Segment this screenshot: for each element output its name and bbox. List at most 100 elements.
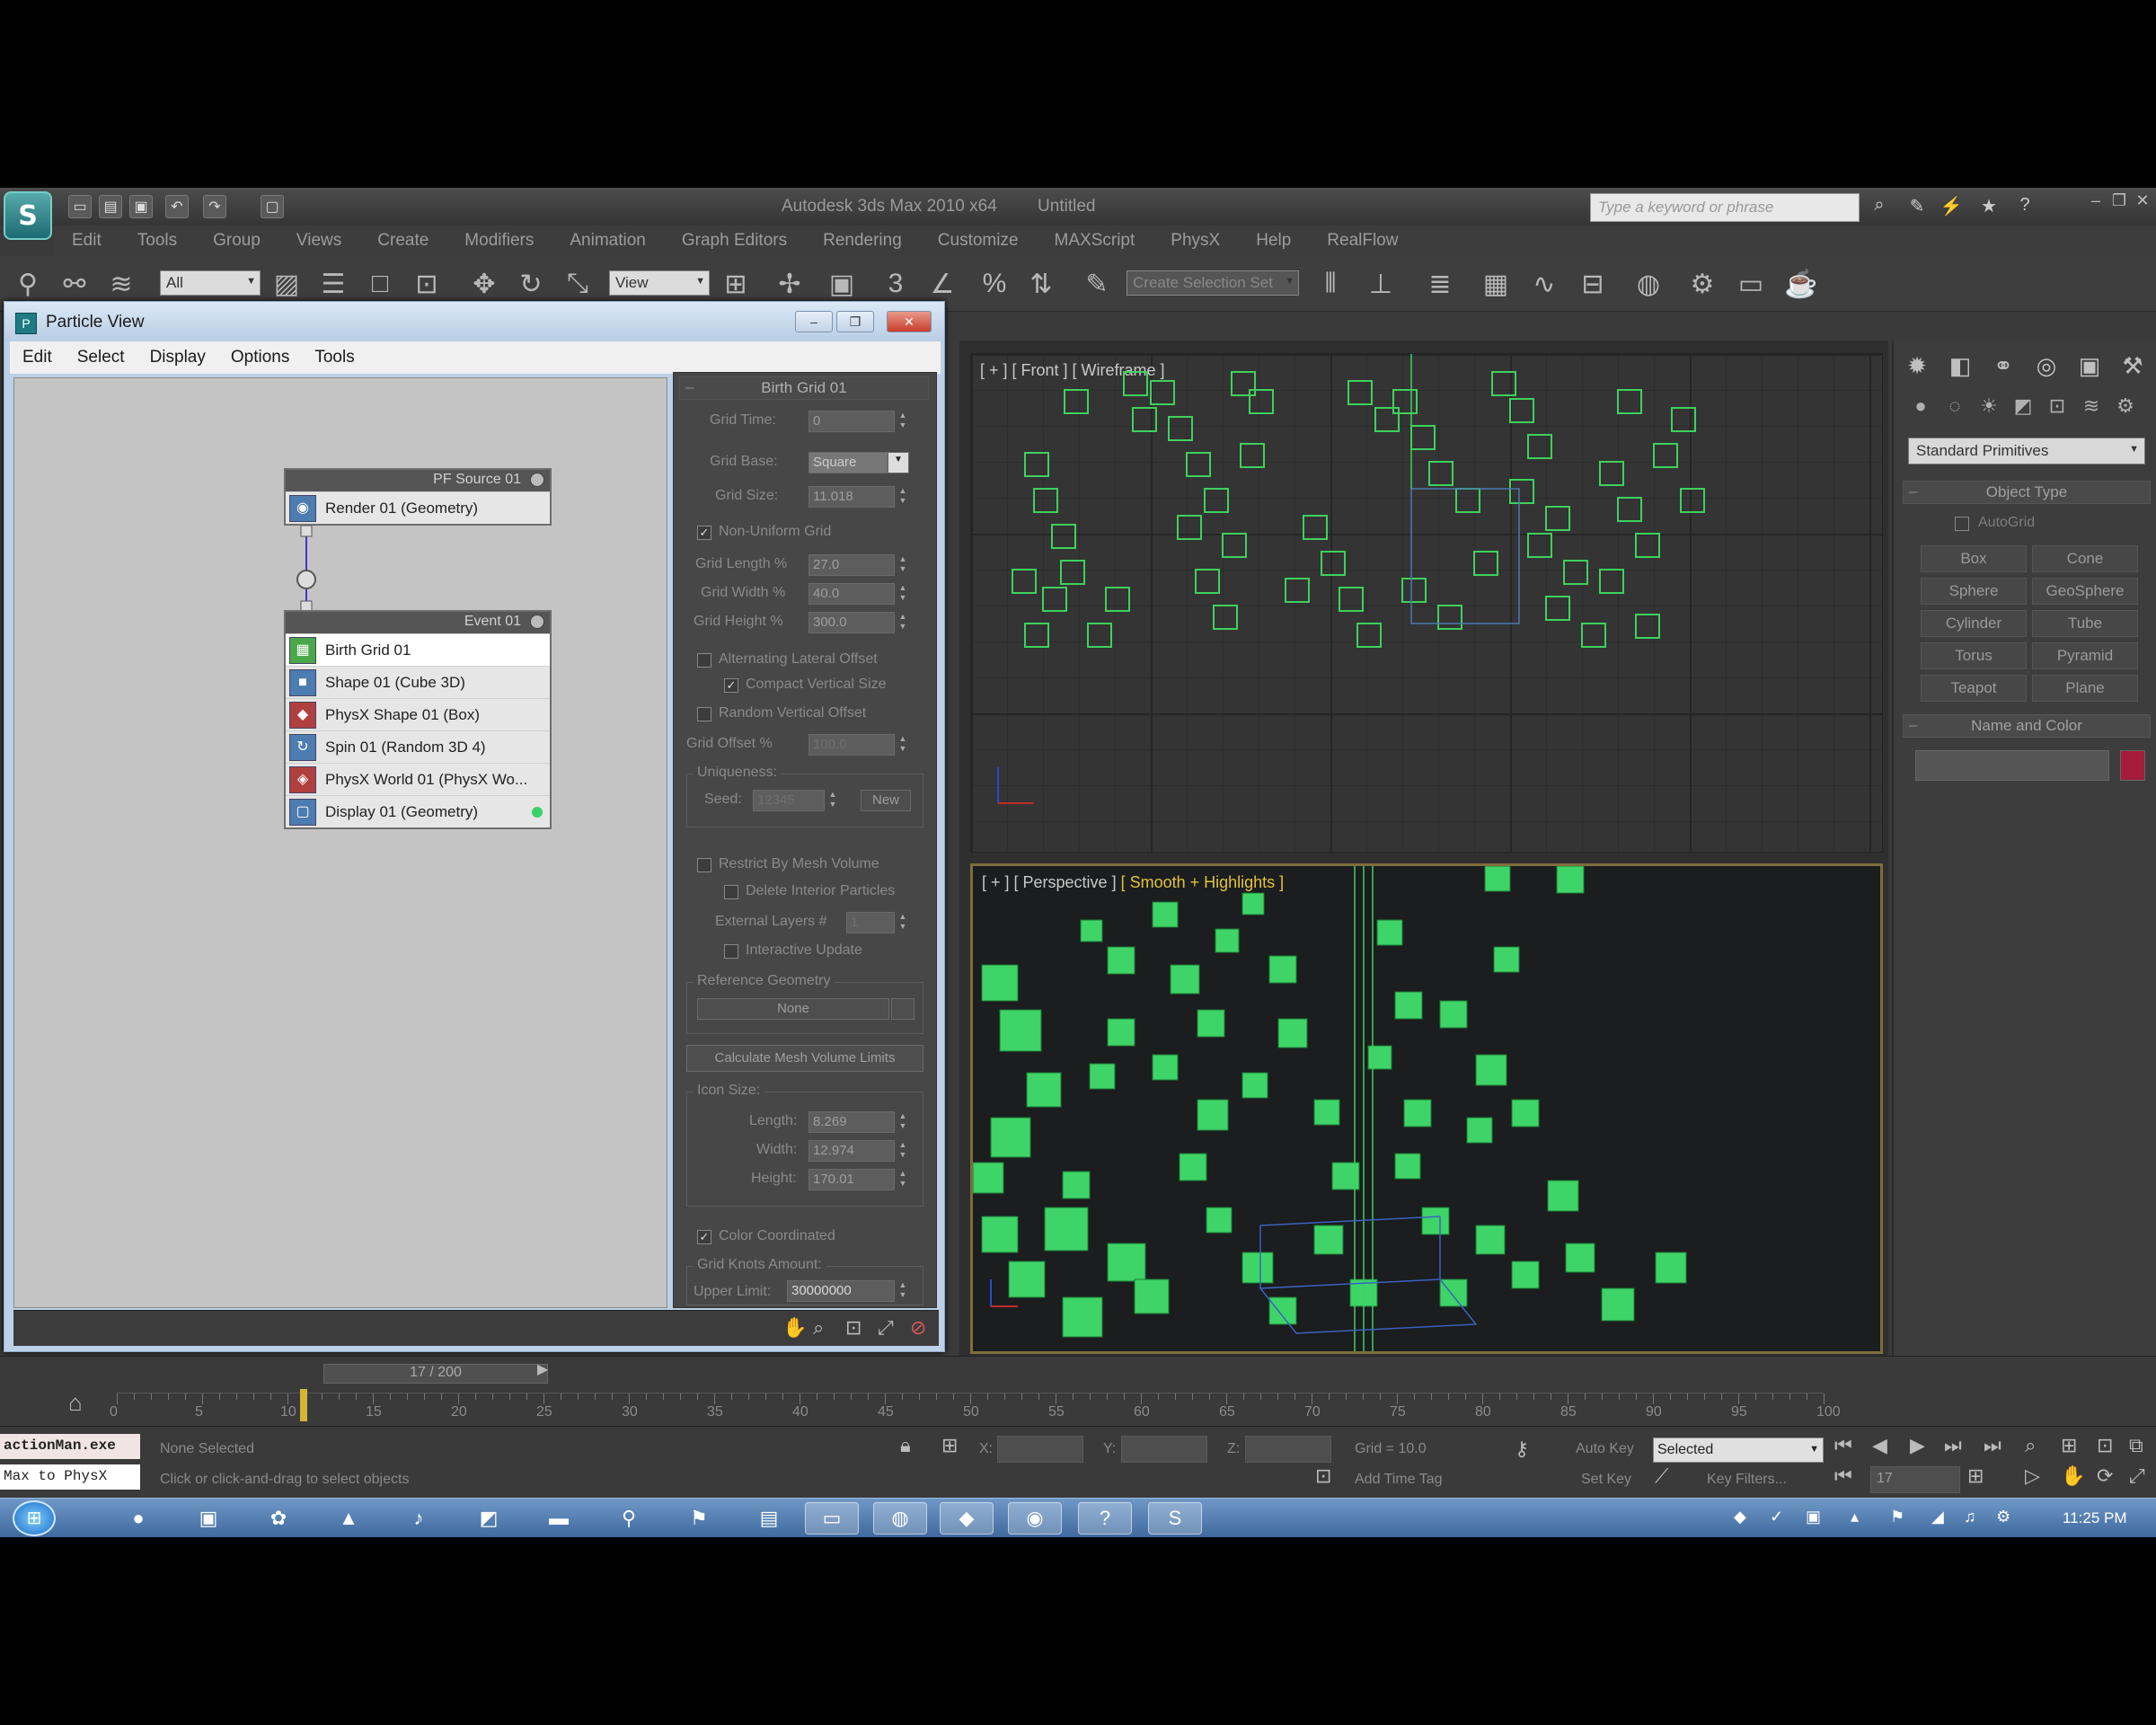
close-icon[interactable]: ✕: [2131, 191, 2154, 218]
current-frame-field[interactable]: 17: [1870, 1466, 1960, 1493]
geosphere-button[interactable]: GeoSphere: [2032, 578, 2138, 605]
menu-realflow[interactable]: RealFlow: [1309, 231, 1416, 251]
cone-button[interactable]: Cone: [2032, 545, 2138, 572]
pyramid-button[interactable]: Pyramid: [2032, 642, 2138, 669]
maximize-icon[interactable]: ❐: [2107, 191, 2131, 218]
render-setup-icon[interactable]: ⚙: [1683, 265, 1721, 303]
zoom-extents-icon[interactable]: ⊡: [2097, 1434, 2113, 1457]
pivot-center-icon[interactable]: ⊞: [717, 265, 755, 303]
tray-icon[interactable]: ⚙: [1996, 1508, 2010, 1526]
rotate-icon[interactable]: ↻: [512, 265, 550, 303]
auto-key-button[interactable]: Auto Key: [1576, 1441, 1634, 1457]
menu-physx[interactable]: PhysX: [1153, 231, 1238, 251]
zoom-viewport-icon[interactable]: ⌕: [2025, 1434, 2036, 1457]
absolute-mode-icon[interactable]: ⊞: [941, 1434, 958, 1457]
selection-filter-dropdown[interactable]: All: [160, 270, 261, 296]
field-of-view-icon[interactable]: ▷: [2025, 1464, 2040, 1488]
icon-width-field[interactable]: 12.974: [808, 1140, 895, 1162]
icon-length-field[interactable]: 8.269: [808, 1111, 895, 1133]
layer-manager-icon[interactable]: ≣: [1421, 265, 1459, 303]
next-frame-icon[interactable]: ⏭: [1944, 1434, 1962, 1457]
lights-icon[interactable]: ☀: [1975, 394, 2003, 421]
motion-tab-icon[interactable]: ◎: [2030, 349, 2063, 382]
menu-animation[interactable]: Animation: [552, 231, 664, 251]
birth-grid-rollout[interactable]: Birth Grid 01: [679, 376, 929, 400]
minimize-icon[interactable]: –: [2084, 191, 2107, 218]
app-logo-icon[interactable]: S: [4, 191, 52, 240]
menu-create[interactable]: Create: [359, 231, 446, 251]
set-key-button[interactable]: Set Key: [1581, 1472, 1631, 1488]
pv-minimize-icon[interactable]: –: [795, 311, 833, 332]
spinner-icon[interactable]: ▲ ▼: [897, 734, 909, 756]
angle-snap-icon[interactable]: ∠: [923, 265, 961, 303]
zoom-all-icon[interactable]: ⊞: [2061, 1434, 2077, 1457]
time-tag-icon[interactable]: ⊡: [1315, 1464, 1331, 1488]
select-link-icon[interactable]: ⚲: [9, 265, 47, 303]
select-manipulate-icon[interactable]: ✢: [771, 265, 808, 303]
taskbar-3dsmax-icon[interactable]: S: [1148, 1502, 1202, 1535]
taskbar-app-icon[interactable]: ✿: [252, 1502, 305, 1535]
tray-icon[interactable]: ▴: [1851, 1508, 1859, 1526]
taskbar-app-icon[interactable]: ⚲: [602, 1502, 656, 1535]
x-coordinate-field[interactable]: [997, 1436, 1083, 1463]
time-slider-bar[interactable]: 17 / 200: [323, 1364, 548, 1384]
reference-geometry-pick-button[interactable]: None: [697, 998, 889, 1020]
pf-source-node[interactable]: PF Source 01 ◉ Render 01 (Geometry): [284, 468, 552, 526]
play-icon[interactable]: ▶: [1910, 1434, 1925, 1457]
zoom-icon[interactable]: ⌕: [813, 1316, 824, 1340]
perspective-viewport[interactable]: [ + ] [ Perspective ] [ Smooth + Highlig…: [970, 863, 1883, 1354]
pan-view-icon[interactable]: ✋: [2061, 1464, 2085, 1488]
taskbar-clock[interactable]: 11:25 PM: [2063, 1509, 2127, 1527]
new-seed-button[interactable]: New: [861, 790, 911, 811]
mirror-icon[interactable]: ⫴: [1312, 265, 1349, 303]
geometry-icon[interactable]: ●: [1906, 394, 1935, 421]
operator-spin[interactable]: ↻ Spin 01 (Random 3D 4): [286, 730, 550, 763]
modify-tab-icon[interactable]: ◧: [1944, 349, 1976, 382]
spinner-icon[interactable]: ▲ ▼: [897, 912, 909, 933]
spinner-icon[interactable]: ▲ ▼: [897, 612, 909, 633]
tray-icon[interactable]: ⚑: [1890, 1508, 1904, 1526]
taskbar-app-icon[interactable]: ⚑: [672, 1502, 726, 1535]
compact-vertical-checkbox[interactable]: ✓: [724, 678, 738, 693]
menu-graph-editors[interactable]: Graph Editors: [664, 231, 805, 251]
keyboard-shortcut-icon[interactable]: ▣: [823, 265, 861, 303]
operator-physx-world[interactable]: ◈ PhysX World 01 (PhysX Wo...: [286, 763, 550, 795]
tray-icon[interactable]: ◆: [1734, 1508, 1746, 1526]
scale-icon[interactable]: ⤡: [559, 265, 596, 303]
menu-tools[interactable]: Tools: [119, 231, 195, 251]
taskbar-app-icon[interactable]: ◍: [873, 1502, 927, 1535]
grid-base-dropdown[interactable]: Square: [808, 452, 888, 473]
front-viewport[interactable]: [ + ] [ Front ] [ Wireframe ]: [970, 353, 1883, 853]
pv-maximize-icon[interactable]: ❐: [836, 311, 874, 332]
render-production-icon[interactable]: ☕: [1782, 265, 1820, 303]
grid-height-field[interactable]: 300.0: [808, 612, 895, 633]
display-tab-icon[interactable]: ▣: [2073, 349, 2106, 382]
tray-icon[interactable]: ▣: [1806, 1508, 1821, 1526]
percent-snap-icon[interactable]: %: [976, 265, 1013, 303]
operator-shape[interactable]: ■ Shape 01 (Cube 3D): [286, 666, 550, 698]
taskbar-app-icon[interactable]: ●: [111, 1502, 165, 1535]
undo-icon[interactable]: ↶: [165, 195, 189, 218]
menu-edit[interactable]: Edit: [54, 231, 119, 251]
autogrid-checkbox[interactable]: [1955, 517, 1969, 531]
zoom-extents-icon[interactable]: ⤢: [878, 1316, 894, 1340]
menu-customize[interactable]: Customize: [920, 231, 1037, 251]
operator-render[interactable]: ◉ Render 01 (Geometry): [286, 491, 550, 524]
pv-menu-tools[interactable]: Tools: [302, 348, 367, 367]
pv-menu-select[interactable]: Select: [65, 348, 137, 367]
pv-close-icon[interactable]: ✕: [887, 311, 932, 332]
menu-help[interactable]: Help: [1238, 231, 1309, 251]
cameras-icon[interactable]: ◩: [2009, 394, 2037, 421]
pv-menu-edit[interactable]: Edit: [10, 348, 65, 367]
key-filters-button[interactable]: Key Filters...: [1707, 1472, 1787, 1488]
clear-reference-button[interactable]: [891, 998, 915, 1020]
time-config-icon[interactable]: ⊞: [1967, 1464, 1984, 1488]
spinner-icon[interactable]: ▲ ▼: [897, 554, 909, 576]
primitive-category-dropdown[interactable]: Standard Primitives: [1908, 438, 2145, 464]
spinner-icon[interactable]: ▲ ▼: [897, 1140, 909, 1162]
align-icon[interactable]: ⊥: [1362, 265, 1400, 303]
shapes-icon[interactable]: ◌: [1940, 394, 1969, 421]
add-time-tag-button[interactable]: Add Time Tag: [1355, 1472, 1443, 1488]
systems-icon[interactable]: ⚙: [2111, 394, 2140, 421]
move-icon[interactable]: ✥: [465, 265, 503, 303]
